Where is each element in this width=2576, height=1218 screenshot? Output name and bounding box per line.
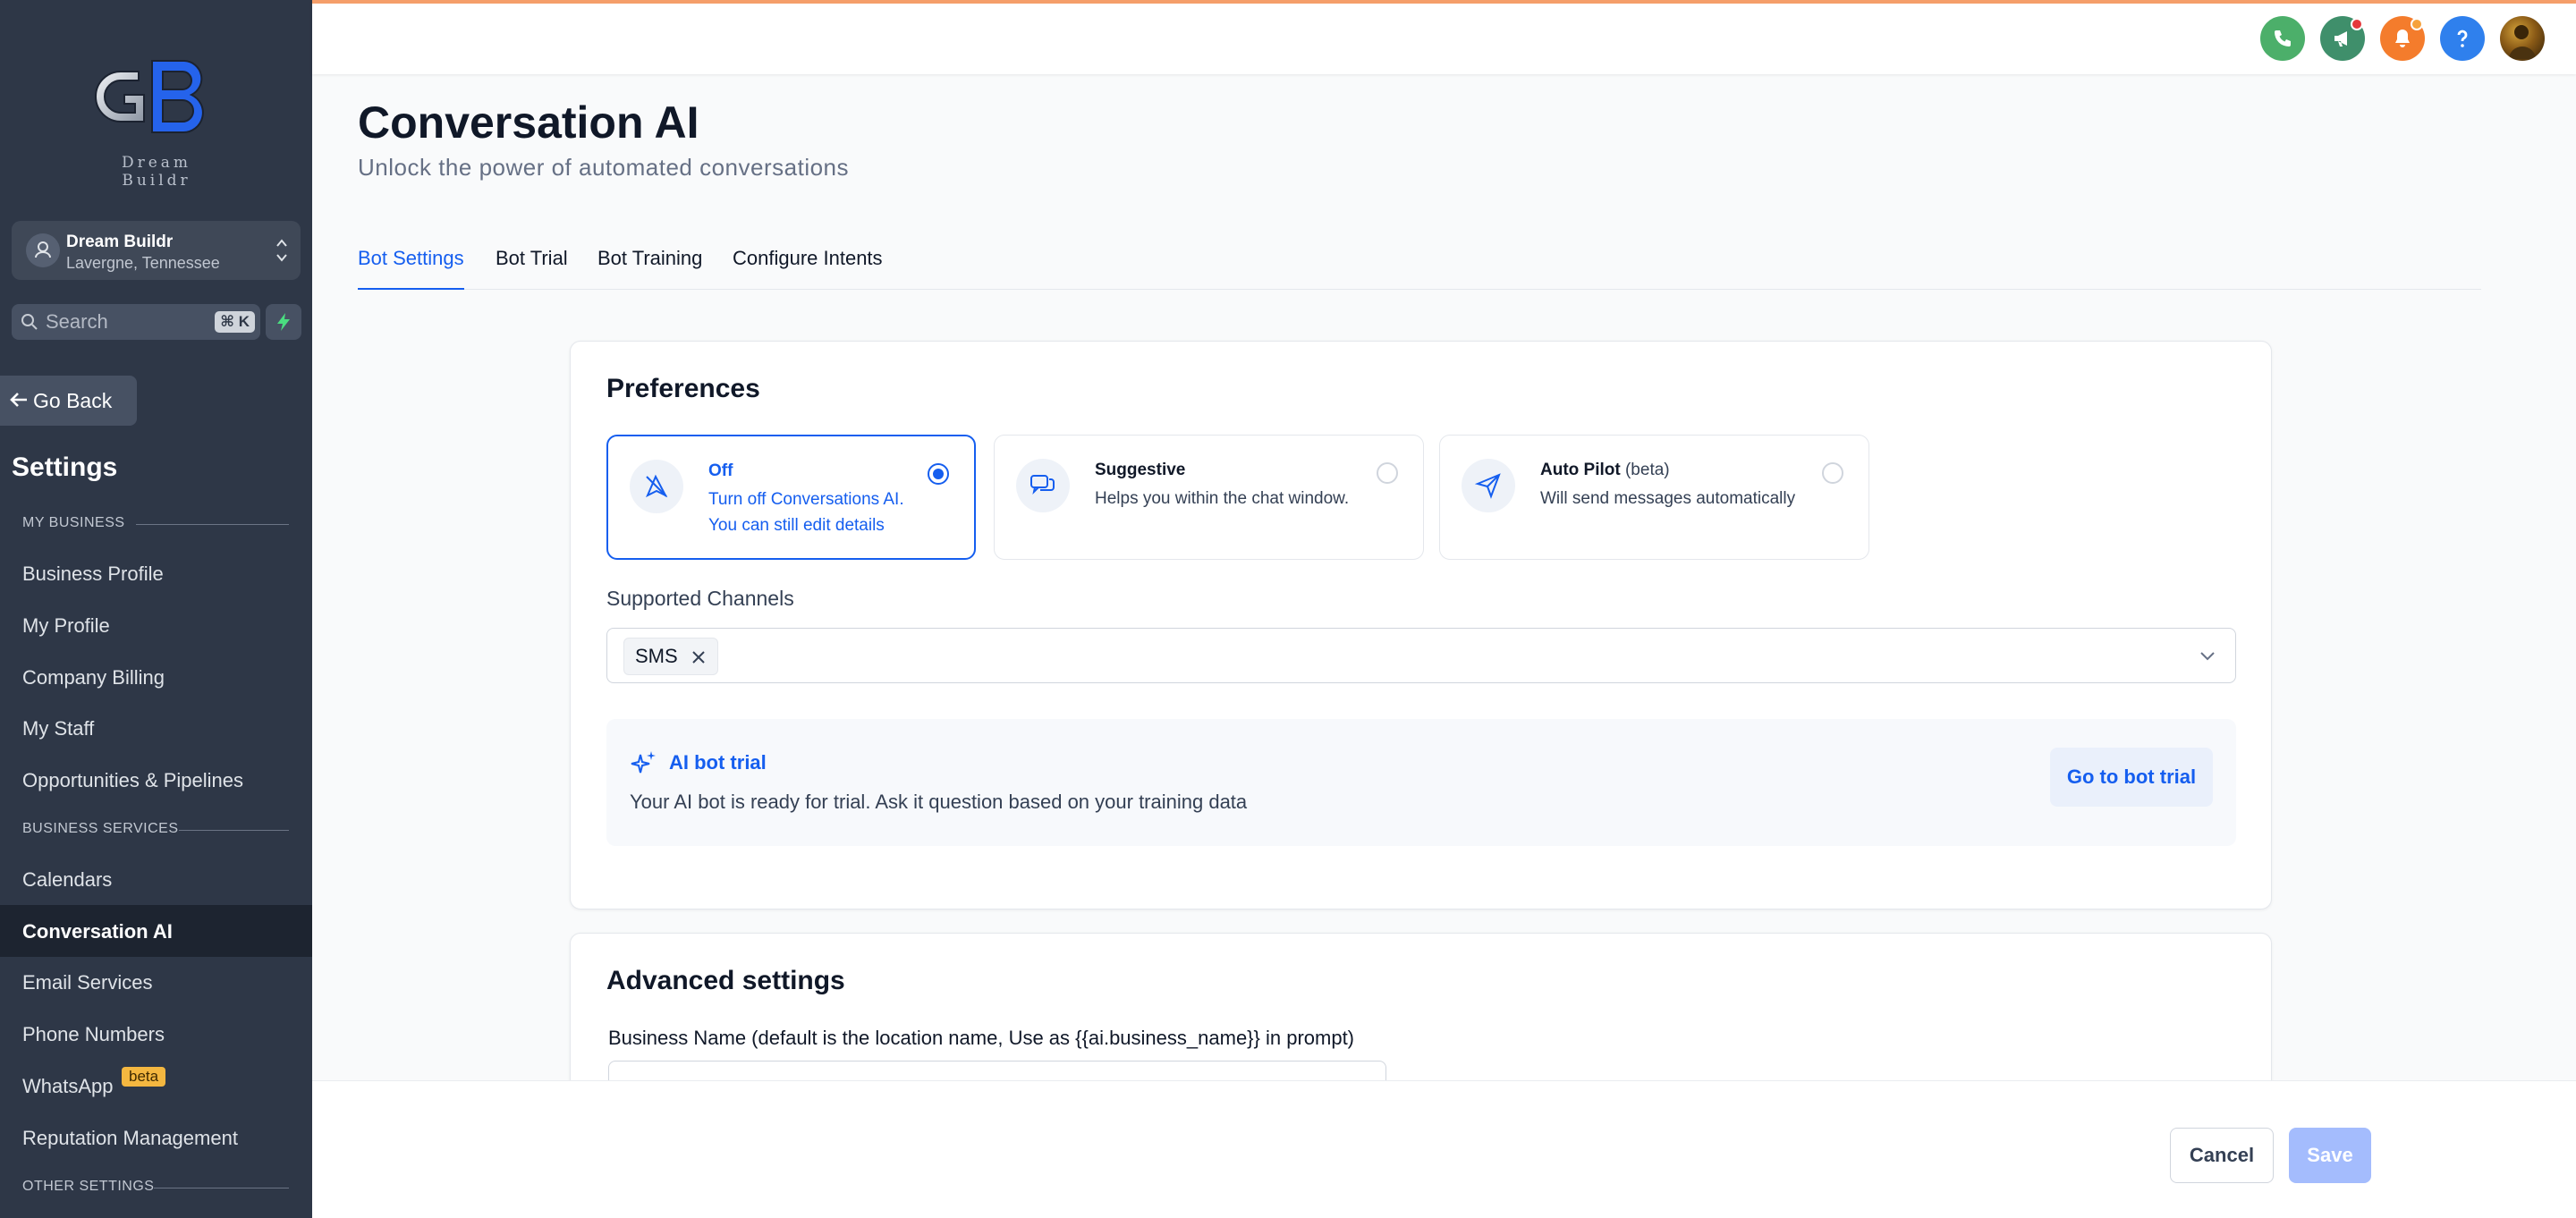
sidebar-item-company-billing[interactable]: Company Billing	[0, 651, 312, 703]
mode-radio[interactable]	[1822, 462, 1843, 484]
help-icon	[2457, 30, 2468, 47]
notification-dot	[2351, 18, 2363, 30]
search-icon	[21, 314, 38, 330]
phone-button[interactable]	[2260, 16, 2305, 61]
sidebar-item-conversation-ai[interactable]: Conversation AI	[0, 905, 312, 957]
section-divider	[179, 830, 289, 831]
paper-plane-icon	[1475, 473, 1501, 499]
page-title: Conversation AI	[358, 97, 699, 148]
megaphone-icon	[2334, 31, 2347, 47]
sidebar-item-my-staff[interactable]: My Staff	[0, 702, 312, 754]
preferences-title: Preferences	[606, 374, 760, 403]
supported-channels-label: Supported Channels	[606, 587, 794, 610]
mode-icon	[1462, 459, 1515, 512]
lightning-icon	[277, 313, 290, 331]
avatar-icon	[2509, 25, 2536, 59]
bell-icon	[2395, 30, 2410, 47]
ai-bot-trial-description: Your AI bot is ready for trial. Ask it q…	[630, 791, 1248, 813]
sparkles-icon	[631, 751, 656, 774]
sidebar-item-opportunities-pipelines[interactable]: Opportunities & Pipelines	[0, 754, 312, 806]
mode-option-auto-pilot[interactable]: Auto Pilot (beta) Will send messages aut…	[1439, 435, 1869, 560]
section-my-business: MY BUSINESS	[22, 515, 125, 530]
tab-bar: Bot Settings Bot Trial Bot Training Conf…	[358, 243, 2481, 290]
brand-name: Dream Buildr	[121, 154, 192, 190]
notification-dot	[2411, 18, 2423, 30]
chevron-down-icon	[2200, 652, 2215, 661]
search-input[interactable]	[46, 309, 207, 334]
help-button[interactable]	[2440, 16, 2485, 61]
cancel-button[interactable]: Cancel	[2170, 1128, 2274, 1183]
sidebar-item-business-profile[interactable]: Business Profile	[0, 547, 312, 599]
chevron-updown-icon	[276, 239, 287, 262]
mode-option-off[interactable]: Off Turn off Conversations AI. You can s…	[606, 435, 976, 560]
section-business-services: BUSINESS SERVICES	[22, 821, 179, 836]
brand-logo[interactable]	[89, 54, 224, 170]
section-divider	[136, 524, 289, 525]
tab-bot-settings[interactable]: Bot Settings	[358, 247, 464, 290]
section-other-settings: OTHER SETTINGS	[22, 1179, 155, 1194]
user-avatar[interactable]	[2500, 16, 2545, 61]
location-switcher[interactable]: Dream Buildr Lavergne, Tennessee	[12, 221, 301, 280]
location-avatar	[26, 233, 60, 267]
top-bar	[312, 0, 2576, 74]
quick-actions-button[interactable]	[266, 304, 301, 340]
ai-bot-trial-title: AI bot trial	[669, 751, 767, 774]
mode-radio[interactable]	[928, 463, 949, 485]
close-icon[interactable]	[691, 649, 707, 665]
mode-description: Will send messages automatically	[1540, 489, 1796, 508]
phone-icon	[2275, 30, 2291, 47]
settings-heading: Settings	[12, 453, 118, 482]
location-city: Lavergne, Tennessee	[66, 254, 220, 272]
supported-channels-select[interactable]: SMS	[606, 628, 2236, 683]
location-name: Dream Buildr	[66, 233, 174, 251]
sidebar-item-whatsapp[interactable]: WhatsApp beta	[0, 1060, 312, 1112]
sidebar-item-reputation-management[interactable]: Reputation Management	[0, 1112, 312, 1163]
mode-option-suggestive[interactable]: Suggestive Helps you within the chat win…	[994, 435, 1424, 560]
tab-configure-intents[interactable]: Configure Intents	[733, 247, 883, 290]
user-icon	[35, 241, 51, 258]
mode-title: Auto Pilot (beta)	[1540, 461, 1670, 479]
go-to-bot-trial-button[interactable]: Go to bot trial	[2050, 748, 2213, 807]
advanced-settings-title: Advanced settings	[606, 966, 845, 995]
save-button[interactable]: Save	[2289, 1128, 2371, 1183]
announcements-button[interactable]	[2320, 16, 2365, 61]
mode-title: Suggestive	[1095, 461, 1186, 479]
search-shortcut: ⌘ K	[215, 311, 255, 333]
ai-bot-trial-banner: AI bot trial Your AI bot is ready for tr…	[606, 719, 2236, 846]
mode-icon	[1016, 459, 1070, 512]
footer-actions: Cancel Save	[312, 1080, 2576, 1218]
mode-icon	[630, 460, 683, 513]
logo-icon	[95, 60, 204, 134]
arrow-left-icon	[10, 393, 27, 407]
go-back-label: Go Back	[33, 389, 113, 412]
chat-bubbles-icon	[1030, 475, 1055, 495]
send-off-icon	[646, 474, 668, 498]
search-box: ⌘ K	[12, 304, 260, 340]
tab-bot-trial[interactable]: Bot Trial	[496, 247, 568, 290]
channel-chip: SMS	[623, 638, 718, 675]
mode-description: Turn off Conversations AI. You can still…	[708, 490, 904, 535]
notifications-button[interactable]	[2380, 16, 2425, 61]
sidebar-item-phone-numbers[interactable]: Phone Numbers	[0, 1008, 312, 1060]
sidebar-item-email-services[interactable]: Email Services	[0, 956, 312, 1008]
sidebar-item-calendars[interactable]: Calendars	[0, 853, 312, 905]
tab-bot-training[interactable]: Bot Training	[597, 247, 702, 290]
go-back-button[interactable]: Go Back	[0, 376, 137, 426]
sidebar-item-my-profile[interactable]: My Profile	[0, 599, 312, 651]
preferences-card: Preferences Off Turn off Conversations A…	[570, 341, 2272, 909]
mode-description: Helps you within the chat window.	[1095, 489, 1350, 508]
mode-title: Off	[708, 461, 733, 480]
beta-badge: beta	[122, 1067, 166, 1087]
page-subtitle: Unlock the power of automated conversati…	[358, 154, 850, 181]
mode-radio[interactable]	[1377, 462, 1398, 484]
sidebar: Dream Buildr Dream Buildr Lavergne, Tenn…	[0, 0, 312, 1218]
business-name-label: Business Name (default is the location n…	[608, 1027, 1355, 1049]
